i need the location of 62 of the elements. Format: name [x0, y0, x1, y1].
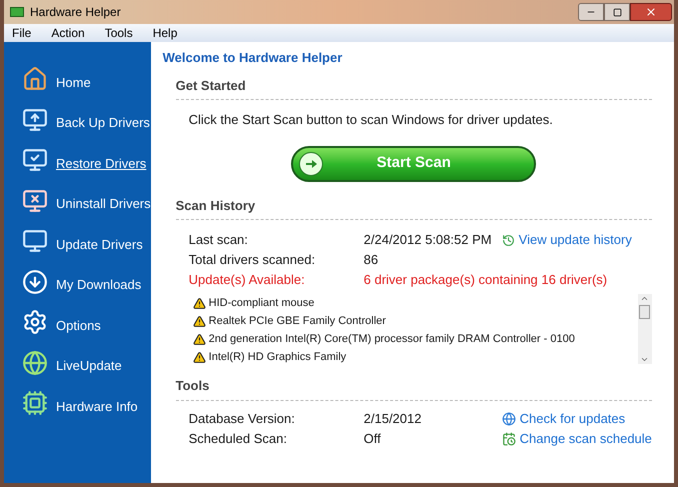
list-item[interactable]: 2nd generation Intel(R) Core(TM) processor family DRAM Controller - 0100 [192, 330, 638, 348]
globe-icon [502, 412, 516, 426]
settings-icon [22, 309, 48, 335]
scrollbar[interactable] [638, 294, 652, 364]
warning-icon [192, 314, 206, 328]
sidebar-item[interactable]: Uninstall Drivers [4, 186, 151, 214]
scrollbar-thumb[interactable] [639, 305, 650, 319]
link[interactable]: View update history [502, 230, 632, 250]
minimize-button[interactable] [578, 3, 604, 21]
list-item[interactable]: Realtek PCIe GBE Family Controller [192, 312, 638, 330]
monitor-icon [22, 188, 48, 214]
menu-item[interactable]: Help [148, 24, 182, 42]
sidebar-item[interactable]: LiveUpdate [4, 348, 151, 376]
monitor-icon [22, 106, 48, 132]
schedule-icon [502, 432, 516, 446]
list-item[interactable]: Intel(R) HD Graphics Family [192, 348, 638, 364]
field-label: Database Version: [188, 410, 296, 428]
field-label: Update(s) Available: [188, 271, 306, 290]
sidebar-item[interactable]: Update Drivers [4, 226, 151, 254]
field-value: 6 driver package(s) containing 16 driver(s) [364, 271, 608, 290]
maximize-icon [612, 8, 622, 16]
menu-item[interactable]: File [8, 24, 36, 42]
section-heading: Get Started [176, 76, 652, 100]
section-heading: Tools [176, 376, 652, 400]
sidebar-item[interactable]: Back Up Drivers [4, 104, 151, 132]
circuit-board-icon [22, 390, 48, 416]
download-icon [22, 268, 48, 294]
warning-icon [192, 350, 206, 364]
link[interactable]: Change scan schedule [502, 428, 652, 448]
sidebar-item[interactable]: Home [4, 64, 151, 92]
monitor-icon [22, 228, 48, 254]
warning-icon [192, 296, 206, 310]
field-label: Last scan: [188, 231, 249, 250]
field-value: Off [364, 430, 382, 448]
field-label: Total drivers scanned: [188, 251, 316, 270]
window-title: Hardware Helper [30, 4, 121, 21]
field-value: 86 [364, 251, 380, 270]
house-icon [22, 66, 48, 92]
sidebar-item[interactable]: Hardware Info [4, 388, 151, 416]
history-icon [502, 234, 515, 246]
section-heading: Scan History [176, 196, 652, 220]
close-button[interactable] [630, 3, 672, 21]
menu-item[interactable]: Tools [100, 24, 137, 42]
instruction-text: Click the Start Scan button to scan Windows for driver updates. [188, 111, 554, 129]
field-label: Scheduled Scan: [188, 430, 288, 448]
globe-icon [22, 350, 48, 376]
close-icon [645, 6, 657, 18]
sidebar-item[interactable]: Options [4, 307, 151, 335]
field-value: 2/24/2012 5:08:52 PM [364, 231, 493, 250]
sidebar-item[interactable]: My Downloads [4, 266, 151, 294]
sidebar-item[interactable]: Restore Drivers [4, 145, 151, 173]
app-icon [10, 7, 24, 17]
maximize-button[interactable] [604, 3, 630, 21]
list-item[interactable]: HID-compliant mouse [192, 294, 638, 312]
link[interactable]: Check for updates [502, 408, 626, 428]
warning-icon [192, 332, 206, 346]
scroll-up-icon[interactable] [640, 294, 650, 303]
scroll-down-icon[interactable] [640, 355, 650, 364]
page-title: Welcome to Hardware Helper [162, 49, 344, 67]
monitor-icon [22, 147, 48, 173]
field-value: 2/15/2012 [364, 410, 422, 428]
menu-item[interactable]: Action [47, 24, 89, 42]
